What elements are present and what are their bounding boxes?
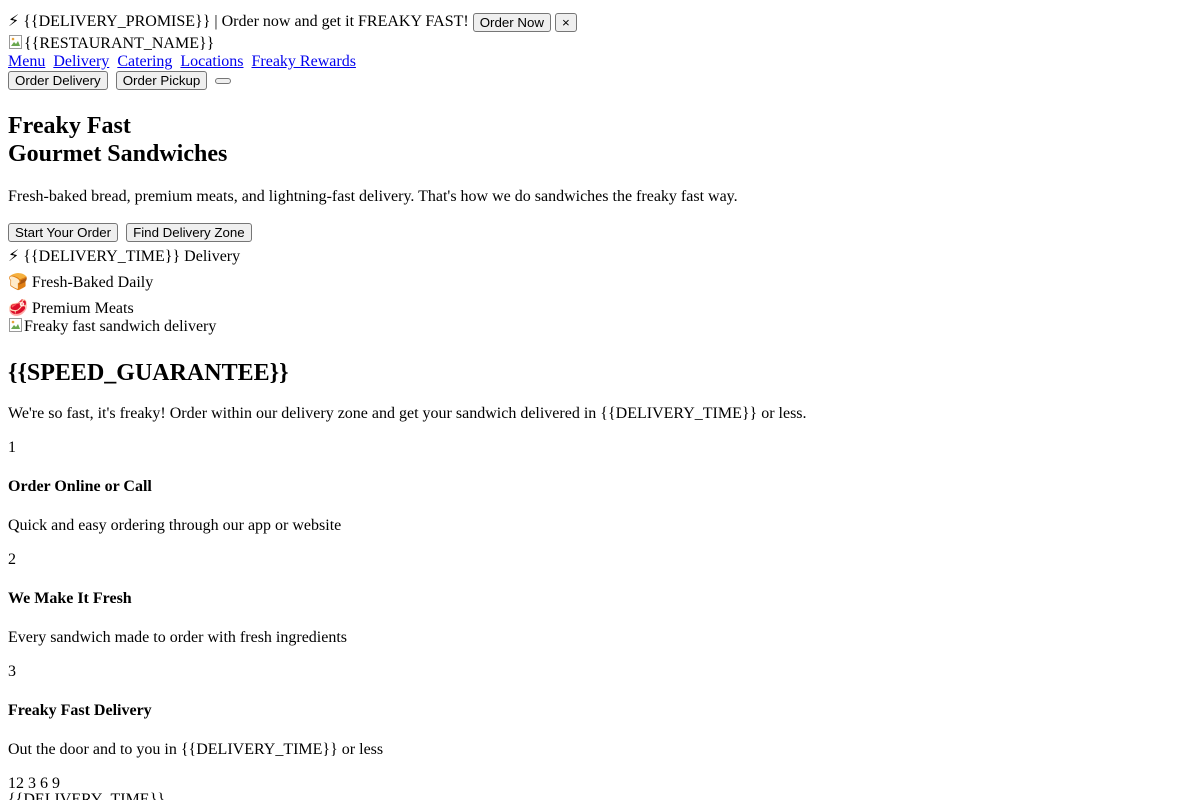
feature-fresh-baked: 🍞 Fresh-Baked Daily [8,269,1192,295]
order-delivery-button[interactable]: Order Delivery [8,71,108,90]
clock-number-6: 6 [40,775,48,792]
step-description: Quick and easy ordering through our app … [8,517,342,534]
step-number: 1 [8,439,16,456]
meat-icon: 🥩 [8,298,28,317]
nav-link-menu[interactable]: Menu [8,53,45,70]
feature-text: Fresh-Baked Daily [31,274,154,291]
step-2: 2 We Make It Fresh Every sandwich made t… [8,551,1192,647]
order-now-button[interactable]: Order Now [472,12,551,32]
feature-delivery-time: ⚡ {{DELIVERY_TIME}} Delivery [8,243,1192,269]
guarantee-text: We're so fast, it's freaky! Order within… [8,405,807,422]
step-title: Freaky Fast Delivery [8,702,152,719]
clock-number-3: 3 [28,775,36,792]
feature-text: {{DELIVERY_TIME}} Delivery [23,248,241,265]
lightning-icon: ⚡ [8,246,20,265]
order-pickup-button[interactable]: Order Pickup [115,71,208,90]
close-promo-button[interactable]: × [555,12,577,32]
nav-link-delivery[interactable]: Delivery [53,53,109,70]
broken-image-icon [8,34,24,50]
hero-title-line-2: Gourmet Sandwiches [8,141,228,167]
clock-number-12: 12 [8,775,24,792]
feature-text: Premium Meats [31,300,134,317]
hero-image: Freaky fast sandwich delivery [8,317,1192,337]
logo-alt-text: {{RESTAURANT_NAME}} [24,35,215,52]
header-actions: Order Delivery Order Pickup [8,71,1192,91]
step-number: 3 [8,663,16,680]
nav-link-freaky-rewards[interactable]: Freaky Rewards [252,53,356,70]
main-nav: Menu Delivery Catering Locations Freaky … [8,52,1192,71]
logo[interactable]: {{RESTAURANT_NAME}} [8,34,1192,52]
promo-text: {{DELIVERY_PROMISE}} | Order now and get… [23,13,469,30]
start-order-button[interactable]: Start Your Order [8,223,119,242]
find-delivery-zone-button[interactable]: Find Delivery Zone [126,223,252,242]
mobile-menu-button[interactable] [215,78,232,85]
step-description: Out the door and to you in {{DELIVERY_TI… [8,741,384,758]
nav-link-locations[interactable]: Locations [180,53,243,70]
step-3: 3 Freaky Fast Delivery Out the door and … [8,663,1192,759]
clock-label: {{DELIVERY_TIME}} [8,791,165,800]
hero-subtitle: Fresh-baked bread, premium meats, and li… [8,188,738,205]
promo-bar: ⚡ {{DELIVERY_PROMISE}} | Order now and g… [8,8,1192,34]
hero-title: Freaky Fast Gourmet Sandwiches [8,112,1192,168]
lightning-icon: ⚡ [8,11,20,30]
bread-icon: 🍞 [8,272,28,291]
hero-image-alt: Freaky fast sandwich delivery [24,318,217,335]
broken-image-icon [8,317,24,333]
hero-title-line-1: Freaky Fast [8,113,131,139]
clock-number-9: 9 [52,775,60,792]
step-title: Order Online or Call [8,478,152,495]
step-number: 2 [8,551,16,568]
step-title: We Make It Fresh [8,590,132,607]
step-description: Every sandwich made to order with fresh … [8,629,348,646]
step-1: 1 Order Online or Call Quick and easy or… [8,439,1192,535]
hero-actions: Start Your Order Find Delivery Zone [8,223,1192,243]
guarantee-title: {{SPEED_GUARANTEE}} [8,360,289,386]
nav-link-catering[interactable]: Catering [117,53,172,70]
